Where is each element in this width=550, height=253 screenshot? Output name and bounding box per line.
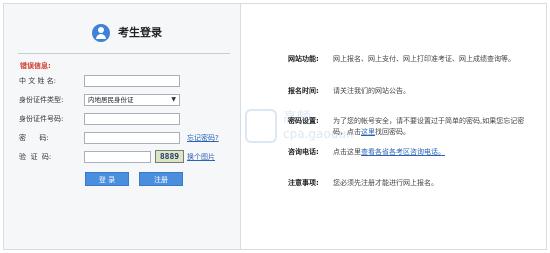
register-button[interactable]: 注册 bbox=[139, 172, 183, 186]
info-key: 密码设置: bbox=[288, 117, 319, 125]
info-key: 注意事项: bbox=[288, 179, 319, 187]
info-value: 为了您的帐号安全，请不要设置过于简单的密码,如果您忘记密码，点击这里找回密码。 bbox=[333, 116, 533, 138]
user-icon bbox=[92, 24, 110, 42]
info-key: 报名时间: bbox=[288, 87, 319, 95]
id-type-value: 内地居民身份证 bbox=[88, 96, 134, 104]
id-type-row: 身份证件类型: 内地居民身份证 ▼ bbox=[4, 93, 240, 107]
password-input[interactable] bbox=[84, 132, 180, 144]
divider bbox=[18, 53, 230, 54]
info-key: 咨询电话: bbox=[288, 148, 319, 156]
password-label: 密 码: bbox=[19, 134, 49, 142]
id-type-select[interactable]: 内地居民身份证 ▼ bbox=[84, 94, 180, 106]
login-header: 考生登录 bbox=[4, 22, 240, 48]
info-value: 请关注我们的网站公告。 bbox=[333, 87, 410, 95]
watermark-logo-icon bbox=[245, 109, 277, 143]
password-row: 密 码: 忘记密码? bbox=[4, 131, 240, 145]
id-number-input[interactable] bbox=[84, 113, 180, 125]
info-key: 网站功能: bbox=[288, 55, 319, 63]
info-text: 点击这里 bbox=[333, 148, 361, 156]
change-image-link[interactable]: 换个图片 bbox=[187, 150, 215, 164]
id-number-row: 身份证件号码: bbox=[4, 112, 240, 126]
login-panel: 考生登录 错误信息: 中 文 姓 名: 身份证件类型: 内地居民身份证 ▼ 身份… bbox=[4, 4, 241, 249]
login-title: 考生登录 bbox=[118, 26, 162, 39]
info-value: 点击这里查看各省各考区咨询电话。 bbox=[333, 147, 533, 158]
info-value: 您必须先注册才能进行网上报名。 bbox=[333, 179, 438, 187]
forgot-password-link[interactable]: 忘记密码? bbox=[187, 131, 219, 145]
captcha-label: 验 证 码: bbox=[19, 153, 52, 161]
login-button[interactable]: 登 录 bbox=[85, 172, 129, 186]
id-number-label: 身份证件号码: bbox=[19, 115, 64, 123]
name-input[interactable] bbox=[84, 75, 180, 87]
hotline-link[interactable]: 查看各省各考区咨询电话。 bbox=[361, 148, 445, 156]
name-label: 中 文 姓 名: bbox=[19, 77, 57, 85]
info-panel: 高顿 cpa.gaodun 网站功能: 网上报名、网上支付、网上打印准考证、网上… bbox=[240, 4, 546, 249]
recover-password-link[interactable]: 这里 bbox=[361, 128, 375, 136]
id-type-label: 身份证件类型: bbox=[19, 96, 64, 104]
info-text: 找回密码。 bbox=[375, 128, 410, 136]
name-row: 中 文 姓 名: bbox=[4, 74, 240, 88]
captcha-row: 验 证 码: 8889 换个图片 bbox=[4, 150, 240, 164]
info-value: 网上报名、网上支付、网上打印准考证、网上成绩查询等。 bbox=[333, 55, 515, 63]
captcha-image: 8889 bbox=[155, 150, 184, 163]
dropdown-arrow-icon: ▼ bbox=[171, 96, 176, 103]
error-label: 错误信息: bbox=[20, 62, 51, 70]
captcha-input[interactable] bbox=[84, 151, 151, 163]
info-item-features: 网站功能: 网上报名、网上支付、网上打印准考证、网上成绩查询等。 bbox=[288, 54, 538, 78]
